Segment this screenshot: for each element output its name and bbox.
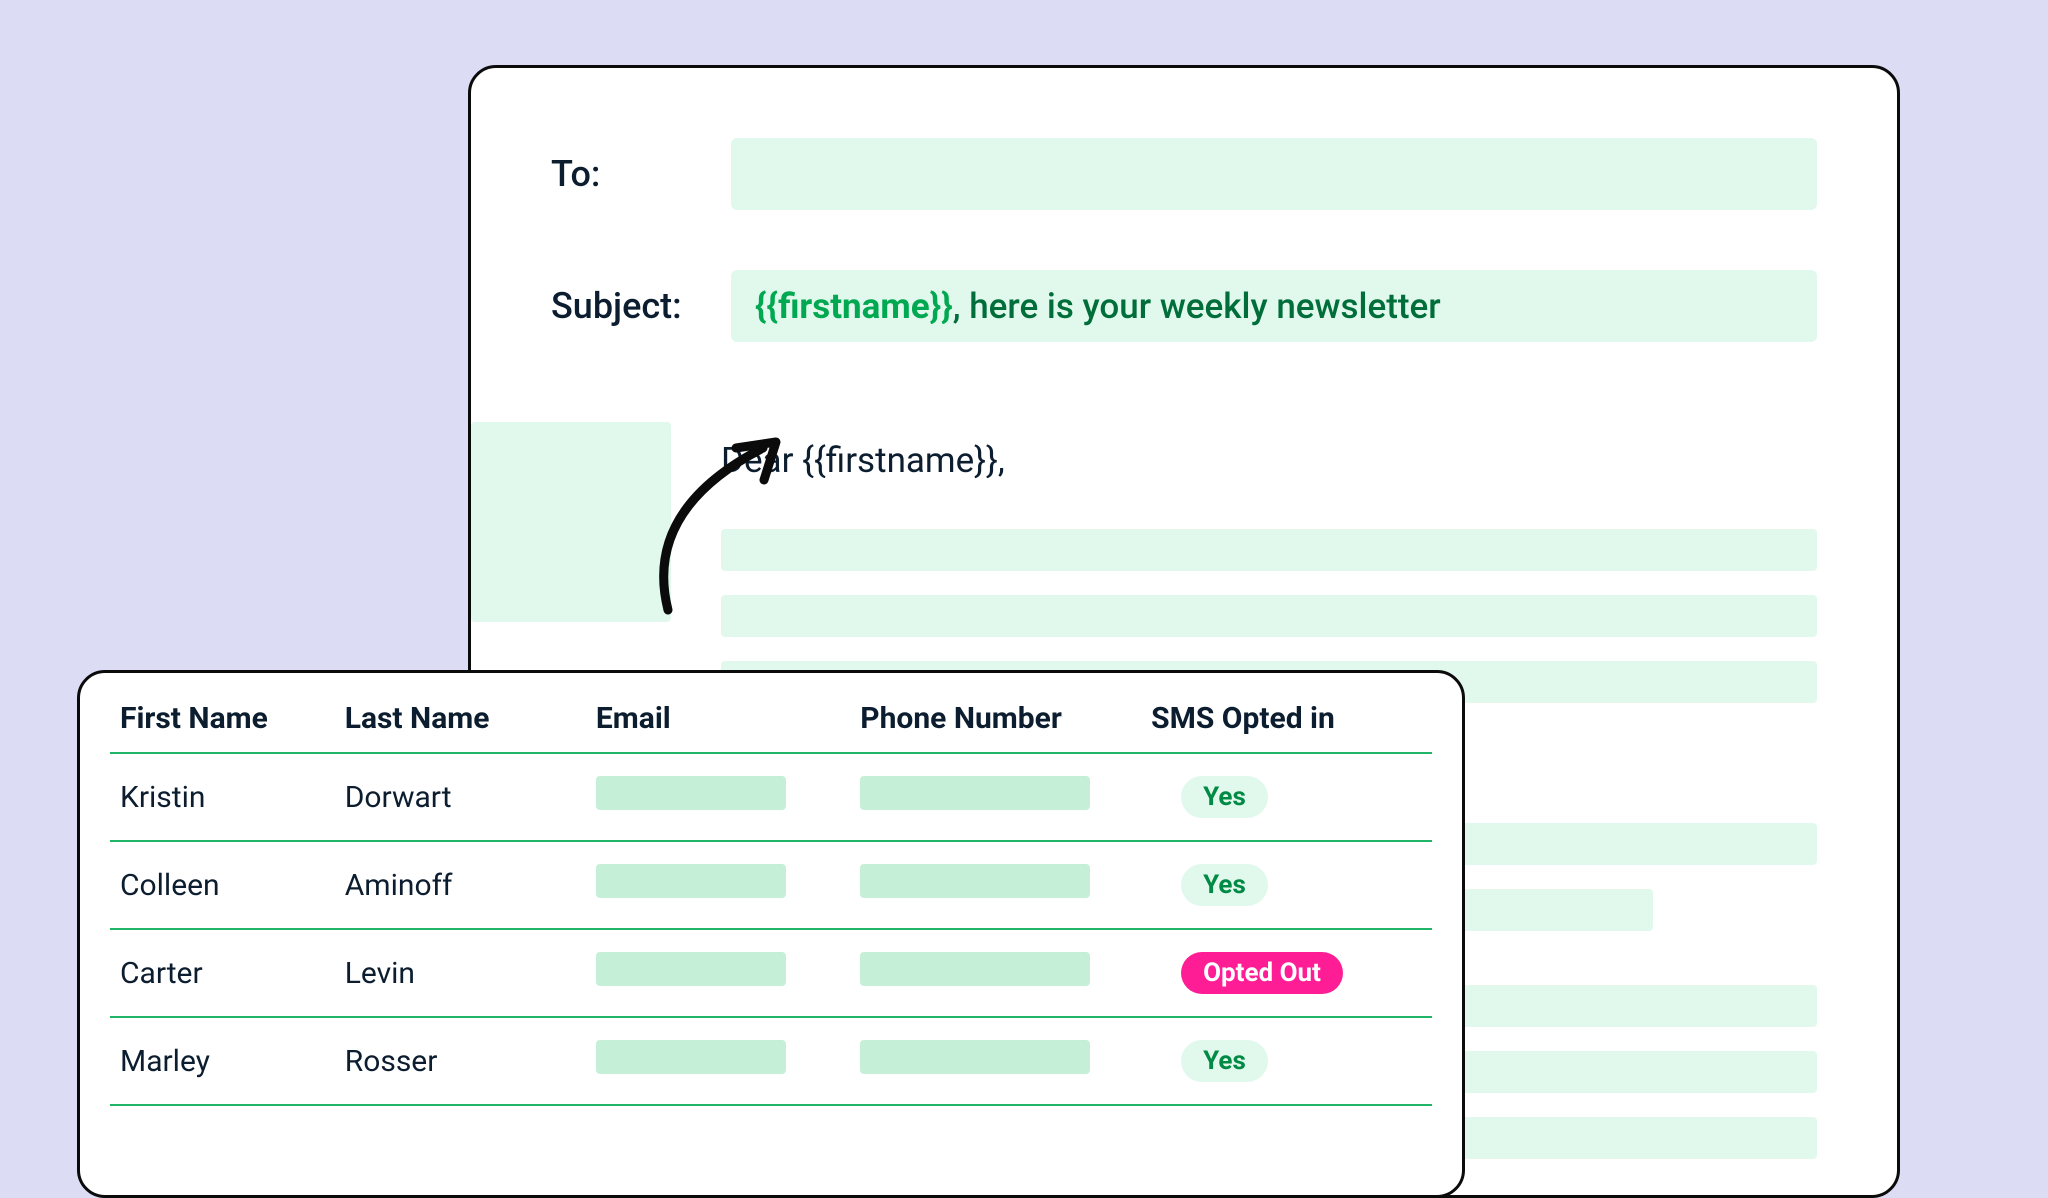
col-email[interactable]: Email	[586, 701, 850, 753]
redacted-phone	[860, 1040, 1090, 1074]
subject-merge-variable: {{firstname}}	[755, 286, 953, 327]
redacted-phone	[860, 776, 1090, 810]
cell-first-name: Kristin	[110, 753, 335, 841]
subject-label: Subject:	[551, 285, 691, 327]
col-first-name[interactable]: First Name	[110, 701, 335, 753]
cell-first-name: Marley	[110, 1017, 335, 1105]
table-row[interactable]: MarleyRosser Yes	[110, 1017, 1432, 1105]
cell-last-name: Levin	[335, 929, 586, 1017]
subject-text: , here is your weekly newsletter	[953, 286, 1441, 327]
contacts-tbody: KristinDorwart Yes ColleenAminoff Yes Carter…	[110, 753, 1432, 1105]
cell-phone	[850, 1017, 1141, 1105]
status-badge-opted-out: Opted Out	[1181, 952, 1343, 994]
table-header-row: First Name Last Name Email Phone Number …	[110, 701, 1432, 753]
cell-last-name: Aminoff	[335, 841, 586, 929]
cell-phone	[850, 753, 1141, 841]
cell-last-name: Dorwart	[335, 753, 586, 841]
table-row[interactable]: ColleenAminoff Yes	[110, 841, 1432, 929]
redacted-phone	[860, 952, 1090, 986]
redacted-email	[596, 864, 786, 898]
to-input[interactable]	[731, 138, 1817, 210]
email-thumbnail-placeholder	[471, 422, 671, 622]
cell-email	[586, 1017, 850, 1105]
cell-first-name: Colleen	[110, 841, 335, 929]
redacted-email	[596, 776, 786, 810]
cell-phone	[850, 929, 1141, 1017]
table-row[interactable]: CarterLevin Opted Out	[110, 929, 1432, 1017]
col-sms[interactable]: SMS Opted in	[1141, 701, 1432, 753]
cell-email	[586, 841, 850, 929]
subject-row: Subject: {{firstname}}, here is your wee…	[551, 270, 1817, 342]
cell-sms: Yes	[1141, 1017, 1432, 1105]
subject-input[interactable]: {{firstname}}, here is your weekly newsl…	[731, 270, 1817, 342]
cell-sms: Yes	[1141, 841, 1432, 929]
greeting-line: Dear {{firstname}},	[721, 440, 1817, 481]
redacted-email	[596, 1040, 786, 1074]
cell-sms: Yes	[1141, 753, 1432, 841]
col-last-name[interactable]: Last Name	[335, 701, 586, 753]
to-row: To:	[551, 138, 1817, 210]
redacted-email	[596, 952, 786, 986]
cell-email	[586, 929, 850, 1017]
redacted-phone	[860, 864, 1090, 898]
contacts-table-card: First Name Last Name Email Phone Number …	[77, 670, 1465, 1198]
body-text-placeholder	[721, 529, 1817, 571]
body-text-placeholder	[721, 595, 1817, 637]
cell-phone	[850, 841, 1141, 929]
cell-sms: Opted Out	[1141, 929, 1432, 1017]
status-badge-yes: Yes	[1181, 776, 1268, 818]
to-label: To:	[551, 153, 691, 195]
table-row[interactable]: KristinDorwart Yes	[110, 753, 1432, 841]
cell-first-name: Carter	[110, 929, 335, 1017]
status-badge-yes: Yes	[1181, 864, 1268, 906]
cell-email	[586, 753, 850, 841]
status-badge-yes: Yes	[1181, 1040, 1268, 1082]
cell-last-name: Rosser	[335, 1017, 586, 1105]
contacts-table: First Name Last Name Email Phone Number …	[110, 701, 1432, 1106]
col-phone[interactable]: Phone Number	[850, 701, 1141, 753]
